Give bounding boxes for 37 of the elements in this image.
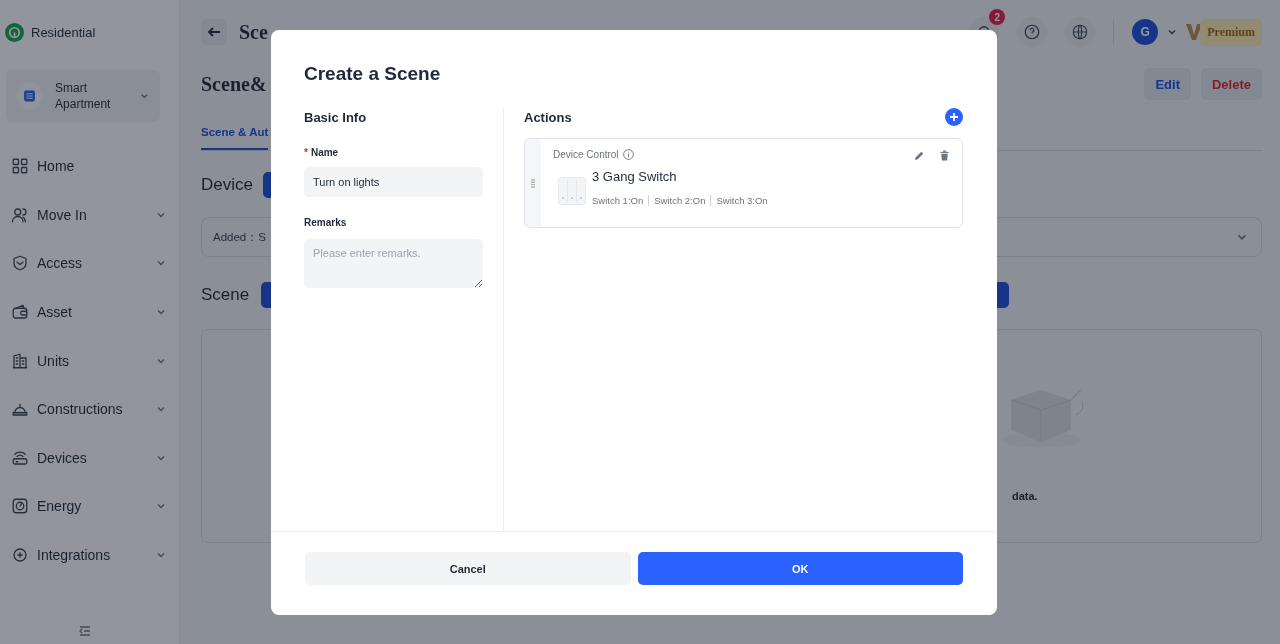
device-name: 3 Gang Switch: [592, 169, 678, 186]
dialog-title: Create a Scene: [304, 63, 442, 86]
section-heading: Scene&: [201, 72, 267, 96]
nav-item[interactable]: Asset: [5, 287, 179, 337]
section-title: Scene: [201, 285, 251, 305]
column-heading: Basic Info: [304, 108, 368, 127]
nav-item[interactable]: Energy: [5, 482, 179, 531]
field-label: Remarks: [304, 217, 348, 230]
nav-item[interactable]: Units: [5, 336, 179, 385]
nav-item[interactable]: Access: [5, 239, 179, 288]
section-title: Device: [201, 175, 253, 195]
switch-state: Switch 1:On: [592, 195, 645, 206]
project-name: Smart Apartment: [55, 80, 112, 112]
nav-item[interactable]: Constructions: [5, 384, 179, 434]
page-title: Sce: [239, 20, 268, 44]
premium-badge: Premium: [1200, 18, 1262, 46]
ok-button[interactable]: OK: [637, 552, 963, 585]
switch-state: Switch 3:On: [710, 195, 773, 206]
switch-state: Switch 2:On: [648, 195, 711, 206]
empty-message: data.: [1012, 490, 1038, 502]
tab[interactable]: Scene & Aut: [201, 126, 269, 150]
name-field[interactable]: Turn on lights: [304, 167, 483, 197]
notification-badge: 2: [989, 9, 1006, 25]
nav-item[interactable]: Move In: [5, 190, 179, 240]
action-type: Device Control: [553, 148, 619, 160]
cancel-button[interactable]: Cancel: [305, 552, 631, 585]
column-heading: Actions: [524, 108, 572, 127]
user-avatar[interactable]: G: [1132, 19, 1159, 45]
project-selector[interactable]: Smart Apartment: [6, 70, 160, 122]
brand-name: Residential: [31, 24, 96, 40]
nav-item[interactable]: Integrations: [5, 530, 179, 580]
field-label: * Name: [304, 147, 340, 160]
nav-item[interactable]: Home: [5, 142, 179, 191]
nav-item[interactable]: Devices: [5, 433, 179, 483]
edit-button[interactable]: Edit: [1144, 68, 1191, 100]
remarks-field[interactable]: Please enter remarks.: [304, 239, 483, 288]
delete-button[interactable]: Delete: [1200, 68, 1262, 100]
